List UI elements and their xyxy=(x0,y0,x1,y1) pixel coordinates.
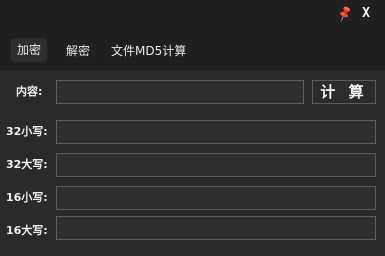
tab-decrypt[interactable]: 解密 xyxy=(66,40,90,62)
md5-32-lower-field[interactable] xyxy=(56,120,376,144)
close-button[interactable]: X xyxy=(358,6,374,22)
tab-file-md5[interactable]: 文件MD5计算 xyxy=(111,40,186,62)
md5-16-lower-label: 16小写: xyxy=(6,191,48,204)
calculate-button[interactable]: 计 算 xyxy=(312,80,376,104)
md5-tool-window: 📌 X 加密 解密 文件MD5计算 内容: 计 算 32小写: 32大写: 16… xyxy=(0,0,385,256)
md5-32-upper-field[interactable] xyxy=(56,153,376,177)
pin-icon[interactable]: 📌 xyxy=(335,4,356,25)
md5-16-lower-field[interactable] xyxy=(56,186,376,210)
title-bar: 📌 X xyxy=(0,0,385,30)
tab-encrypt[interactable]: 加密 xyxy=(11,38,48,62)
content-label: 内容: xyxy=(16,85,43,98)
md5-32-upper-label: 32大写: xyxy=(6,158,48,171)
md5-16-upper-field[interactable] xyxy=(56,216,376,240)
md5-16-upper-label: 16大写: xyxy=(6,224,48,237)
content-input[interactable] xyxy=(56,80,304,104)
md5-32-lower-label: 32小写: xyxy=(6,125,48,138)
tab-bar: 加密 解密 文件MD5计算 xyxy=(0,30,385,70)
